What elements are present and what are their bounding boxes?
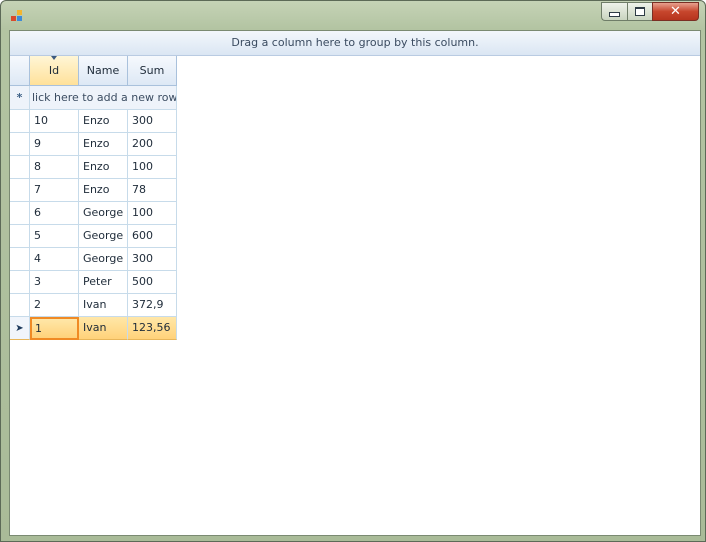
row-selector[interactable] [10,271,30,294]
cell-name[interactable]: Enzo [79,110,128,133]
cell-id[interactable]: 1 [30,317,79,340]
row-selector[interactable] [10,133,30,156]
cell-name[interactable]: George [79,248,128,271]
cell-name[interactable]: Enzo [79,133,128,156]
group-by-panel[interactable]: Drag a column here to group by this colu… [10,31,700,56]
cell-name[interactable]: Enzo [79,156,128,179]
title-bar[interactable]: ✕ [1,1,705,29]
cell-name[interactable]: Ivan [79,317,128,340]
grid-header-row: Id Name Sum [10,56,177,86]
cell-id[interactable]: 6 [30,202,79,225]
cell-id[interactable]: 2 [30,294,79,317]
sort-descending-icon [51,56,57,60]
add-new-row[interactable]: * lick here to add a new row [10,86,177,110]
main-window: ✕ Drag a column here to group by this co… [0,0,706,542]
cell-id[interactable]: 3 [30,271,79,294]
add-new-row-prompt[interactable]: lick here to add a new row [30,86,177,110]
cell-sum[interactable]: 78 [128,179,177,202]
minimize-icon [609,12,620,17]
table-row[interactable]: 3 Peter 500 [10,271,177,294]
current-row-arrow-icon: ➤ [15,323,24,334]
cell-sum[interactable]: 100 [128,156,177,179]
cell-name[interactable]: Enzo [79,179,128,202]
cell-id[interactable]: 10 [30,110,79,133]
cell-id[interactable]: 4 [30,248,79,271]
cell-id[interactable]: 5 [30,225,79,248]
group-by-hint: Drag a column here to group by this colu… [231,36,479,49]
row-selector[interactable] [10,156,30,179]
table-row[interactable]: 6 George 100 [10,202,177,225]
row-selector[interactable] [10,179,30,202]
row-selector[interactable]: ➤ [10,317,30,340]
client-area: Drag a column here to group by this colu… [9,30,701,536]
cell-name[interactable]: George [79,225,128,248]
table-row[interactable]: 10 Enzo 300 [10,110,177,133]
cell-sum[interactable]: 300 [128,110,177,133]
header-row-selector[interactable] [10,56,30,86]
row-selector[interactable] [10,110,30,133]
cell-sum[interactable]: 300 [128,248,177,271]
close-button[interactable]: ✕ [652,2,699,21]
cell-sum[interactable]: 200 [128,133,177,156]
cell-id[interactable]: 9 [30,133,79,156]
row-selector[interactable] [10,248,30,271]
maximize-button[interactable] [627,2,652,21]
column-header-sum[interactable]: Sum [128,56,177,86]
cell-sum[interactable]: 500 [128,271,177,294]
table-row[interactable]: 7 Enzo 78 [10,179,177,202]
row-selector[interactable] [10,225,30,248]
minimize-button[interactable] [601,2,627,21]
table-row[interactable]: 2 Ivan 372,9 [10,294,177,317]
close-icon: ✕ [670,4,681,19]
cell-id[interactable]: 8 [30,156,79,179]
cell-id[interactable]: 7 [30,179,79,202]
cell-sum[interactable]: 600 [128,225,177,248]
new-row-icon: * [10,86,30,110]
table-row[interactable]: 8 Enzo 100 [10,156,177,179]
cell-name[interactable]: George [79,202,128,225]
row-selector[interactable] [10,294,30,317]
cell-name[interactable]: Peter [79,271,128,294]
column-header-label: Id [48,64,60,77]
table-row-current[interactable]: ➤ 1 Ivan 123,56 [10,317,177,340]
cell-sum[interactable]: 123,56 [128,317,177,340]
table-row[interactable]: 4 George 300 [10,248,177,271]
table-row[interactable]: 9 Enzo 200 [10,133,177,156]
app-form-icon[interactable] [11,10,23,22]
column-header-label: Sum [139,64,165,77]
cell-sum[interactable]: 372,9 [128,294,177,317]
cell-sum[interactable]: 100 [128,202,177,225]
cell-name[interactable]: Ivan [79,294,128,317]
column-header-id[interactable]: Id [30,56,79,86]
column-header-name[interactable]: Name [79,56,128,86]
column-header-label: Name [86,64,120,77]
maximize-icon [635,7,645,16]
table-row[interactable]: 5 George 600 [10,225,177,248]
row-selector[interactable] [10,202,30,225]
caption-buttons: ✕ [601,2,699,21]
